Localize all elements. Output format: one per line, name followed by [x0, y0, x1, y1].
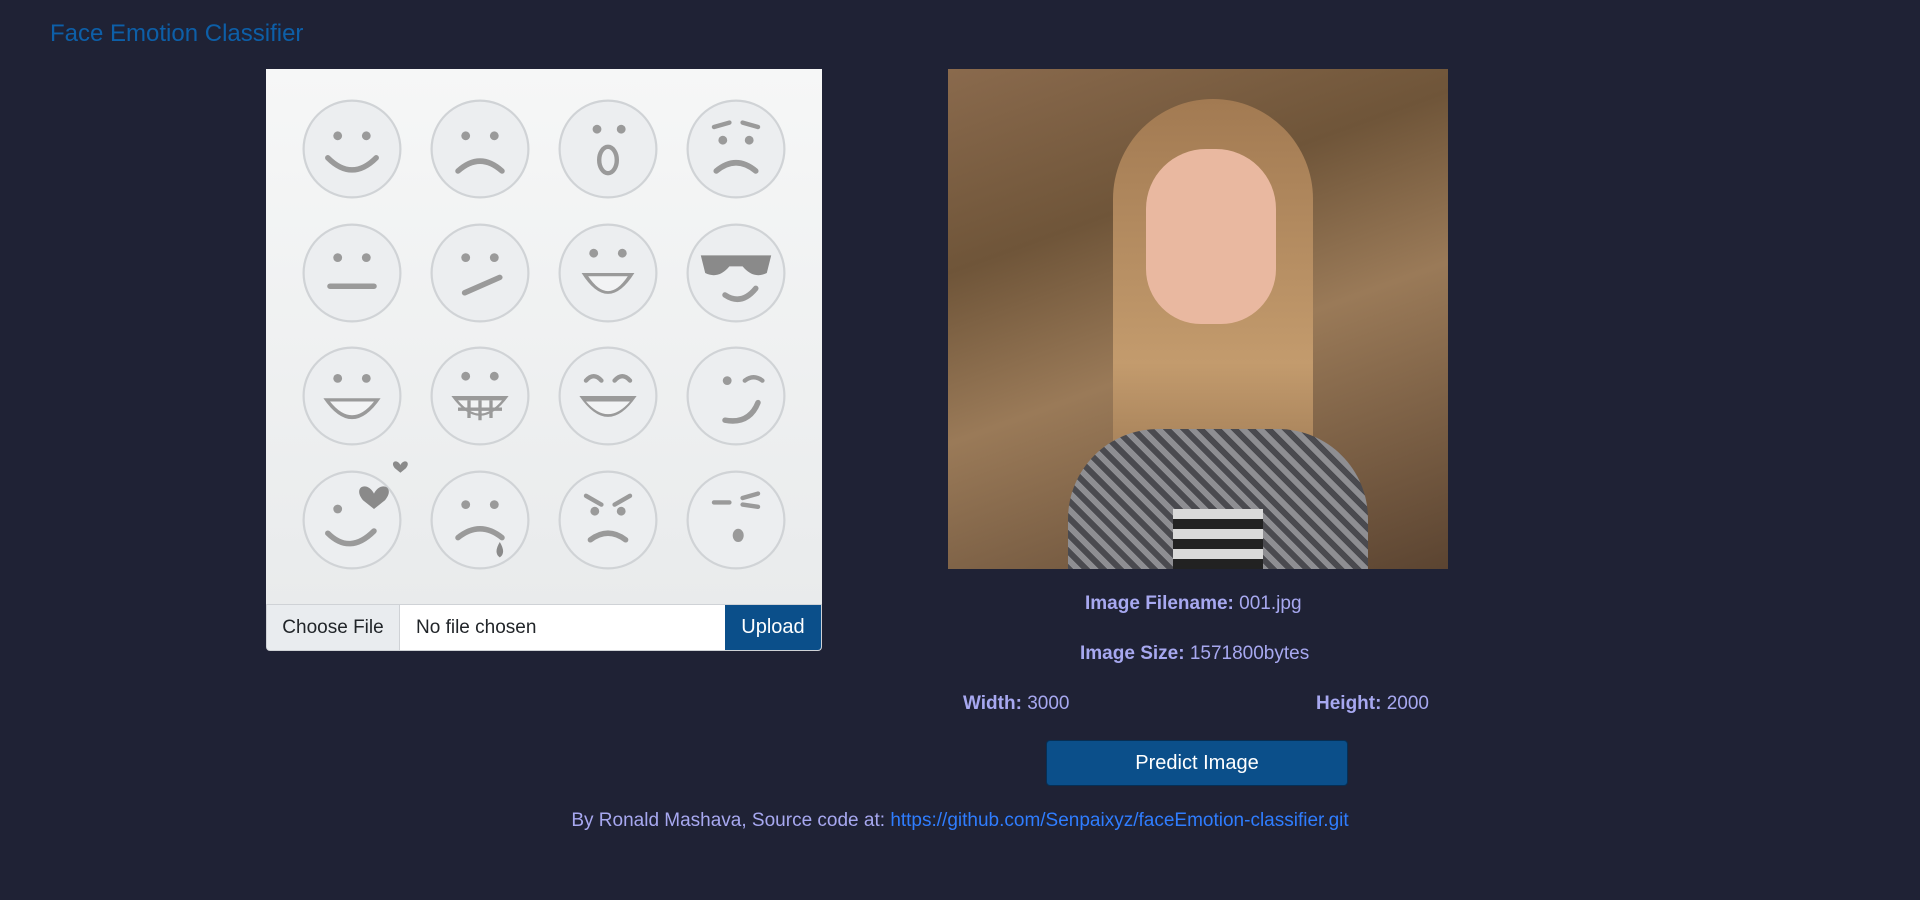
footer-text: By Ronald Mashava, Source code at:: [571, 810, 891, 831]
in-love-emoji-icon: [288, 458, 416, 582]
big-grin-emoji-icon: [416, 335, 544, 459]
image-size-label: Image Size:: [1080, 643, 1185, 664]
surprised-emoji-icon: [544, 87, 672, 211]
wink-emoji-icon: [672, 335, 800, 459]
uploaded-photo: [948, 69, 1448, 569]
image-height: Height: 2000: [1316, 693, 1429, 715]
predict-image-button[interactable]: Predict Image: [1046, 740, 1348, 786]
laughing-emoji-icon: [288, 335, 416, 459]
source-code-link[interactable]: https://github.com/Senpaixyz/faceEmotion…: [890, 810, 1348, 831]
image-size: Image Size: 1571800bytes: [1080, 643, 1309, 665]
image-size-value: 1571800bytes: [1189, 643, 1310, 664]
neutral-emoji-icon: [288, 211, 416, 335]
footer: By Ronald Mashava, Source code at: https…: [0, 810, 1920, 832]
grinning-emoji-icon: [544, 211, 672, 335]
joyful-emoji-icon: [544, 335, 672, 459]
image-height-label: Height:: [1316, 693, 1382, 714]
app-brand[interactable]: Face Emotion Classifier: [50, 20, 303, 48]
image-width-label: Width:: [963, 693, 1022, 714]
smug-emoji-icon: [672, 458, 800, 582]
choose-file-button[interactable]: Choose File: [267, 605, 400, 650]
emoji-illustration: [266, 69, 822, 604]
image-filename-value: 001.jpg: [1239, 593, 1302, 614]
file-status-text: No file chosen: [416, 616, 537, 638]
image-filename-label: Image Filename:: [1085, 593, 1234, 614]
file-upload-group: Choose File No file chosen Upload: [266, 604, 822, 651]
upload-button[interactable]: Upload: [725, 605, 821, 650]
skeptical-emoji-icon: [416, 211, 544, 335]
image-width: Width: 3000: [963, 693, 1069, 715]
image-width-value: 3000: [1027, 693, 1070, 714]
sad-emoji-icon: [416, 87, 544, 211]
cool-emoji-icon: [672, 211, 800, 335]
crying-emoji-icon: [416, 458, 544, 582]
photo-shirt: [1173, 509, 1263, 569]
image-height-value: 2000: [1386, 693, 1429, 714]
happy-emoji-icon: [288, 87, 416, 211]
photo-face: [1146, 149, 1276, 324]
worried-emoji-icon: [672, 87, 800, 211]
image-filename: Image Filename: 001.jpg: [1085, 593, 1302, 615]
angry-emoji-icon: [544, 458, 672, 582]
